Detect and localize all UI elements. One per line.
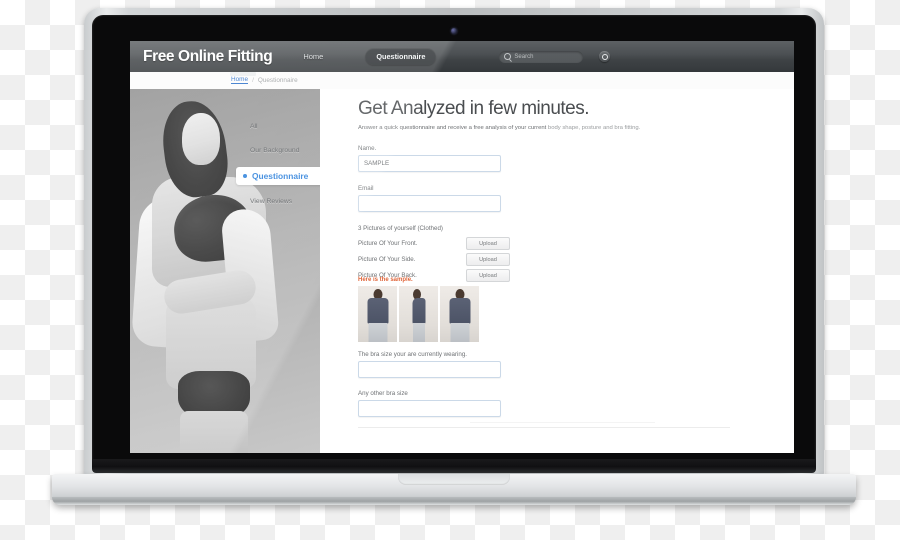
other-bra-label: Any other bra size (358, 390, 408, 397)
content-divider (358, 427, 730, 428)
website-page: Free Online Fitting Home Questionnaire S… (130, 41, 794, 453)
email-label: Email (358, 185, 374, 192)
sidebar-item-questionnaire[interactable]: Questionnaire (236, 167, 320, 185)
laptop-base-lip (52, 497, 856, 505)
upload-side-label: Picture Of Your Side. (358, 256, 416, 263)
breadcrumb-current: Questionnaire (257, 76, 298, 84)
laptop-mockup: Free Online Fitting Home Questionnaire S… (52, 8, 856, 513)
sample-side-photo (399, 286, 438, 342)
field-email: Email (358, 185, 501, 212)
laptop-lid: Free Online Fitting Home Questionnaire S… (84, 8, 824, 478)
search-placeholder: Search (514, 53, 534, 60)
sample-note: Here is the sample. (358, 277, 413, 283)
nav-item-home[interactable]: Home (303, 52, 323, 61)
name-value: SAMPLE (364, 160, 390, 167)
nav-item-questionnaire[interactable]: Questionnaire (365, 48, 437, 65)
email-input[interactable] (358, 195, 501, 212)
brand-logo[interactable]: Free Online Fitting (143, 48, 273, 66)
sidebar-item-view-reviews[interactable]: View Reviews (242, 194, 320, 209)
page-title: Get Analyzed in few minutes. (358, 98, 590, 119)
name-label: Name. (358, 145, 377, 152)
upload-front-button[interactable]: Upload (466, 237, 510, 250)
search-icon (504, 53, 512, 60)
content-divider-soft (470, 422, 655, 423)
subtitle-soft: body shape, posture and bra fitting. (547, 125, 641, 131)
site-header: Free Online Fitting Home Questionnaire S… (130, 41, 794, 72)
screen-viewport: Free Online Fitting Home Questionnaire S… (130, 41, 794, 453)
webcam-icon (451, 28, 457, 34)
other-bra-input[interactable] (358, 400, 501, 417)
upload-back-button[interactable]: Upload (466, 269, 510, 282)
sample-back-photo (440, 286, 479, 342)
page-subtitle: Answer a quick questionnaire and receive… (358, 125, 758, 133)
upload-row-side: Picture Of Your Side. Upload (358, 253, 510, 266)
field-name: Name. SAMPLE (358, 145, 501, 172)
breadcrumb: Home / Questionnaire (231, 76, 298, 84)
sidebar-menu: All Our Background Questionnaire View Re… (236, 119, 320, 218)
gear-icon[interactable] (599, 51, 611, 62)
upload-side-button[interactable]: Upload (466, 253, 510, 266)
laptop-base-notch (398, 474, 510, 485)
pictures-section-label: 3 Pictures of yourself (Clothed) (358, 225, 443, 232)
breadcrumb-home[interactable]: Home (231, 76, 249, 84)
main-content: Get Analyzed in few minutes. Answer a qu… (320, 89, 794, 453)
name-input[interactable]: SAMPLE (358, 155, 501, 172)
sample-photos (358, 286, 479, 342)
breadcrumb-separator: / (252, 76, 254, 84)
breadcrumb-bar: Home / Questionnaire (130, 72, 794, 90)
lid-chin (92, 459, 816, 473)
current-bra-input[interactable] (358, 361, 501, 378)
subtitle-strong: Answer a quick questionnaire and receive… (358, 125, 548, 131)
sample-front-photo (358, 286, 397, 342)
sidebar-item-all[interactable]: All (242, 119, 320, 134)
field-other-bra: Any other bra size (358, 390, 501, 417)
search-input[interactable]: Search (499, 50, 584, 63)
sidebar-item-our-background[interactable]: Our Background (242, 143, 320, 158)
screen-bezel: Free Online Fitting Home Questionnaire S… (92, 15, 816, 465)
current-bra-label: The bra size your are currently wearing. (358, 351, 468, 358)
upload-row-front: Picture Of Your Front. Upload (358, 237, 510, 250)
sidebar: All Our Background Questionnaire View Re… (130, 89, 320, 453)
upload-front-label: Picture Of Your Front. (358, 240, 418, 247)
field-current-bra: The bra size your are currently wearing. (358, 351, 501, 378)
